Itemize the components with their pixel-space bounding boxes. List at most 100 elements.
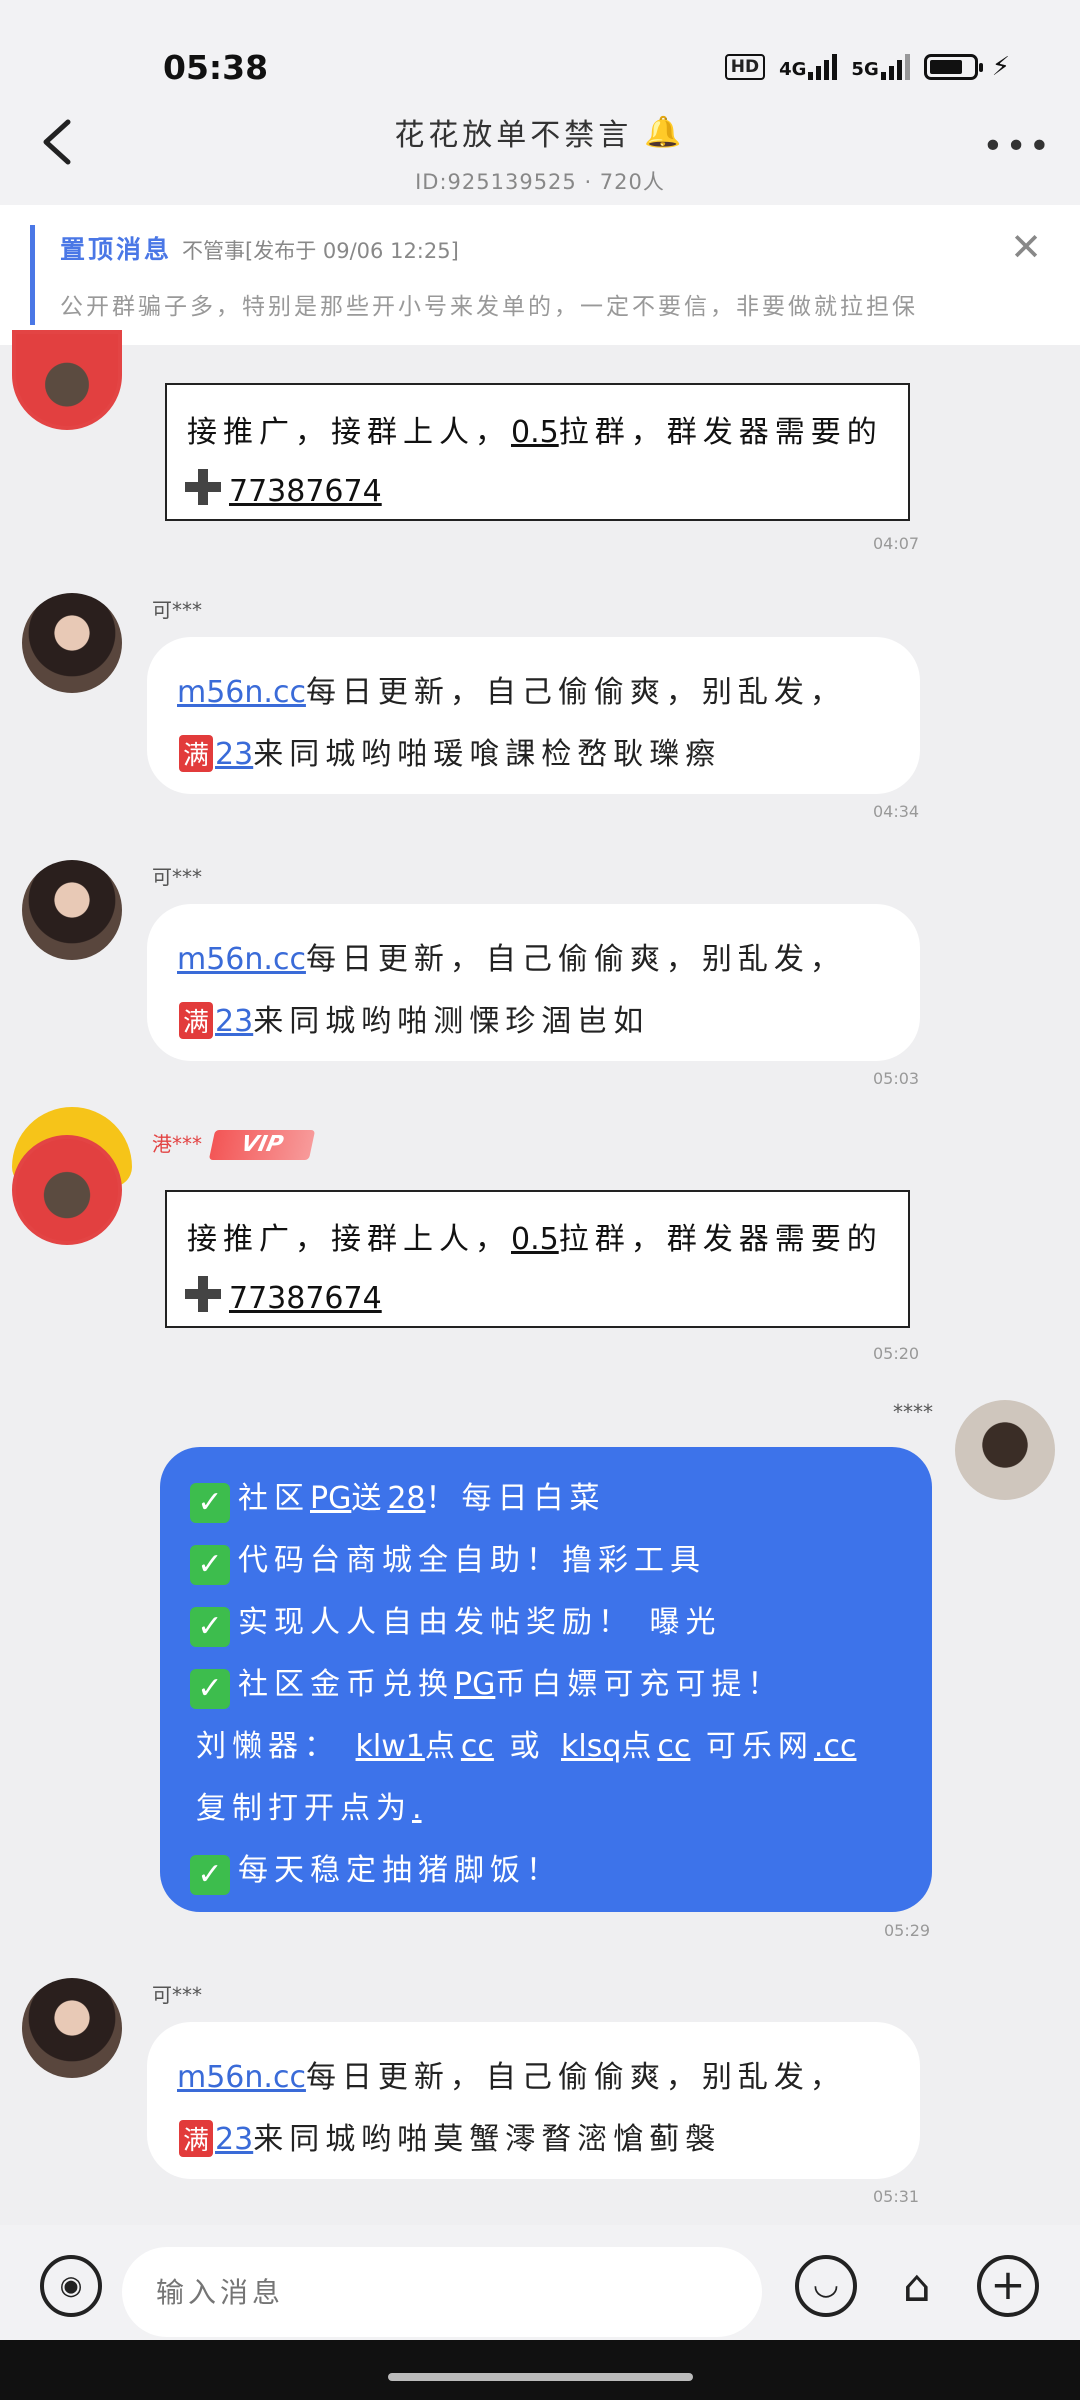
group-title-area: 花花放单不禁言 🔔 ID:925139525 · 720人 bbox=[0, 110, 1080, 196]
hd-icon: HD bbox=[724, 54, 766, 80]
self-text: 点 bbox=[621, 1729, 658, 1764]
self-text: 点 bbox=[424, 1729, 461, 1764]
promo-contact[interactable]: 77387674 bbox=[229, 474, 382, 509]
message-line-2: 满 23来同城哟啪测慄珍涸岜如 bbox=[179, 996, 649, 1040]
message-line-2: 满 23来同城哟啪莫蟹澪瞀滵愴蓟褩 bbox=[179, 2114, 721, 2158]
self-line-6: 复制打开点为. bbox=[196, 1783, 422, 1827]
add-icon[interactable]: + bbox=[977, 2255, 1039, 2317]
message-text-2: 来同城哟啪莫蟹澪瞀滵愴蓟褩 bbox=[253, 2122, 722, 2157]
group-title: 花花放单不禁言 bbox=[394, 118, 633, 153]
message-line-1: m56n.cc每日更新，自己偷偷爽，别乱发， bbox=[177, 2052, 846, 2096]
self-text-pg: PG bbox=[454, 1667, 496, 1702]
avatar[interactable] bbox=[22, 593, 122, 693]
charging-icon: ⚡ bbox=[991, 52, 1010, 82]
self-link[interactable]: cc bbox=[461, 1729, 494, 1764]
close-icon[interactable]: ✕ bbox=[1010, 225, 1042, 269]
promo-text-c: 拉群，群发器需要的 bbox=[558, 1222, 883, 1257]
promo-card[interactable]: 接推广，接群上人，0.5拉群，群发器需要的 77387674 bbox=[165, 383, 910, 521]
pinned-title: 置顶消息 不管事[发布于 09/06 12:25] bbox=[60, 230, 459, 266]
group-title-row[interactable]: 花花放单不禁言 🔔 bbox=[394, 110, 685, 154]
avatar[interactable] bbox=[22, 860, 122, 960]
self-line-7: ✓ 每天稳定抽猪脚饭！ bbox=[190, 1845, 562, 1895]
system-nav-bar bbox=[0, 2340, 1080, 2400]
promo-contact[interactable]: 77387674 bbox=[229, 1281, 382, 1316]
promo-line-2: 77387674 bbox=[181, 1272, 382, 1316]
group-subtitle: ID:925139525 · 720人 bbox=[415, 170, 665, 194]
check-icon: ✓ bbox=[190, 1545, 230, 1585]
self-text: 实现人人自由发帖奖励！ 曝光 bbox=[238, 1605, 722, 1640]
self-text: ！每日白菜 bbox=[425, 1481, 606, 1516]
message-number: 23 bbox=[215, 2122, 254, 2157]
self-link[interactable]: klw1 bbox=[356, 1729, 425, 1764]
promo-text-c: 拉群，群发器需要的 bbox=[558, 415, 883, 450]
check-icon: ✓ bbox=[190, 1855, 230, 1895]
emoji-icon[interactable]: ◡ bbox=[795, 2255, 857, 2317]
timestamp: 05:31 bbox=[873, 2187, 920, 2206]
bell-muted-icon: 🔔 bbox=[644, 114, 686, 150]
timestamp: 04:34 bbox=[873, 802, 920, 821]
promo-line-1: 接推广，接群上人，0.5拉群，群发器需要的 bbox=[187, 407, 883, 451]
plus-icon bbox=[181, 1272, 225, 1316]
self-text: 社区金币兑换 bbox=[238, 1667, 454, 1702]
self-text-pg: PG bbox=[310, 1481, 352, 1516]
promo-line-1: 接推广，接群上人，0.5拉群，群发器需要的 bbox=[187, 1214, 883, 1258]
broom-icon[interactable]: ⌂ bbox=[885, 2255, 949, 2319]
input-bar: ◉ ◡ ⌂ + bbox=[0, 2225, 1080, 2340]
message-bubble[interactable]: m56n.cc每日更新，自己偷偷爽，别乱发， 满 23来同城哟啪测慄珍涸岜如 bbox=[147, 904, 920, 1061]
message-bubble[interactable]: m56n.cc每日更新，自己偷偷爽，别乱发， 满 23来同城哟啪莫蟹澪瞀滵愴蓟褩 bbox=[147, 2022, 920, 2179]
signal-4g-icon: 4G bbox=[779, 54, 838, 80]
pinned-text: 公开群骗子多，特别是那些开小号来发单的，一定不要信，非要做就拉担保 bbox=[60, 294, 918, 320]
message-number: 23 bbox=[215, 737, 254, 772]
message-input[interactable] bbox=[122, 2247, 762, 2337]
voice-icon[interactable]: ◉ bbox=[40, 2255, 102, 2317]
self-message-bubble[interactable]: ✓ 社区PG送28！每日白菜 ✓ 代码台商城全自助！撸彩工具 ✓ 实现人人自由发帖奖励… bbox=[160, 1447, 932, 1912]
avatar[interactable] bbox=[22, 1978, 122, 2078]
message-text-2: 来同城哟啪瑗喰課检嵍耿瓅瘵 bbox=[253, 737, 722, 772]
status-icons: HD 4G 5G ⚡ bbox=[724, 52, 1010, 82]
message-bubble[interactable]: m56n.cc每日更新，自己偷偷爽，别乱发， 满 23来同城哟啪瑗喰課检嵍耿瓅瘵 bbox=[147, 637, 920, 794]
signal-5g-icon: 5G bbox=[851, 54, 910, 80]
message-text: 每日更新，自己偷偷爽，别乱发， bbox=[305, 942, 846, 977]
home-indicator[interactable] bbox=[388, 2373, 693, 2381]
promo-price: 0.5 bbox=[511, 1222, 559, 1257]
check-icon: ✓ bbox=[190, 1669, 230, 1709]
message-link[interactable]: m56n.cc bbox=[177, 2060, 306, 2095]
self-text: 每天稳定抽猪脚饭！ bbox=[238, 1853, 562, 1888]
status-time: 05:38 bbox=[163, 48, 269, 87]
self-text: 或 bbox=[509, 1729, 546, 1764]
pinned-accent-bar bbox=[30, 225, 35, 325]
avatar[interactable] bbox=[12, 1135, 122, 1245]
message-number: 23 bbox=[215, 1004, 254, 1039]
promo-price: 0.5 bbox=[511, 415, 559, 450]
message-text: 每日更新，自己偷偷爽，别乱发， bbox=[305, 2060, 846, 2095]
message-link[interactable]: m56n.cc bbox=[177, 942, 306, 977]
self-line-2: ✓ 代码台商城全自助！撸彩工具 bbox=[190, 1535, 706, 1585]
network-4g-label: 4G bbox=[779, 59, 807, 80]
message-line-2: 满 23来同城哟啪瑗喰課检嵍耿瓅瘵 bbox=[179, 729, 721, 773]
pinned-meta: 不管事[发布于 09/06 12:25] bbox=[182, 239, 459, 263]
self-text: 社区 bbox=[238, 1481, 310, 1516]
message-line-1: m56n.cc每日更新，自己偷偷爽，别乱发， bbox=[177, 667, 846, 711]
avatar-self[interactable] bbox=[955, 1400, 1055, 1500]
sender-name: 可*** bbox=[152, 865, 202, 889]
pinned-label: 置顶消息 bbox=[60, 235, 173, 264]
timestamp: 05:20 bbox=[873, 1344, 920, 1363]
message-link[interactable]: m56n.cc bbox=[177, 675, 306, 710]
self-link[interactable]: klsq bbox=[561, 1729, 621, 1764]
self-text: 复制打开点为 bbox=[196, 1791, 412, 1826]
self-link[interactable]: .cc bbox=[814, 1729, 857, 1764]
promo-card[interactable]: 接推广，接群上人，0.5拉群，群发器需要的 77387674 bbox=[165, 1190, 910, 1328]
self-text: 代码台商城全自助！撸彩工具 bbox=[238, 1543, 706, 1578]
self-text-28: 28 bbox=[387, 1481, 426, 1516]
timestamp: 05:03 bbox=[873, 1069, 920, 1088]
avatar[interactable] bbox=[12, 330, 122, 430]
sender-name: 港*** bbox=[152, 1132, 202, 1156]
message-line-1: m56n.cc每日更新，自己偷偷爽，别乱发， bbox=[177, 934, 846, 978]
pinned-message[interactable]: 置顶消息 不管事[发布于 09/06 12:25] 公开群骗子多，特别是那些开小号… bbox=[0, 205, 1080, 345]
message-text: 每日更新，自己偷偷爽，别乱发， bbox=[305, 675, 846, 710]
self-text: 币白嫖可充可提！ bbox=[495, 1667, 784, 1702]
self-link[interactable]: cc bbox=[657, 1729, 690, 1764]
chat-header: 花花放单不禁言 🔔 ID:925139525 · 720人 ••• bbox=[0, 90, 1080, 205]
self-text: 刘懒器： bbox=[196, 1729, 340, 1764]
more-options-icon[interactable]: ••• bbox=[982, 126, 1052, 167]
